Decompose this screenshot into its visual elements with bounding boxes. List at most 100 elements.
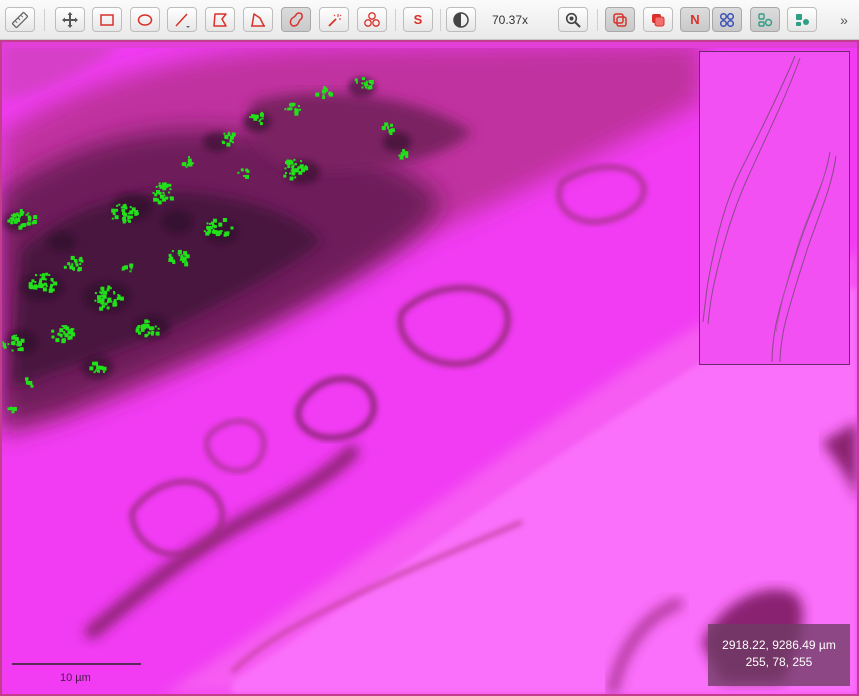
polyline-icon: [249, 11, 267, 29]
nucleus-pixel: [127, 219, 130, 222]
nucleus-pixel: [113, 301, 116, 304]
nucleus-pixel: [2, 344, 6, 348]
overlay-toggle-button[interactable]: [605, 7, 635, 32]
nucleus-pixel: [390, 128, 395, 133]
nucleus-pixel: [222, 218, 227, 222]
minimap-thumbnail: [702, 55, 837, 363]
nucleus-pixel: [45, 285, 48, 288]
nucleus-pixel: [251, 114, 256, 119]
nucleus-pixel: [245, 174, 250, 179]
nucleus-pixel: [48, 274, 51, 276]
nucleus-pixel: [299, 108, 302, 111]
line-button[interactable]: [167, 7, 197, 32]
nucleus-pixel: [99, 306, 104, 311]
nucleus-pixel: [165, 196, 169, 200]
nucleus-pixel: [400, 152, 405, 157]
nucleus-pixel: [361, 82, 364, 85]
nucleus-pixel: [294, 111, 299, 116]
minimap-navigator[interactable]: [699, 51, 850, 365]
nucleus-pixel: [89, 366, 94, 371]
nucleus-pixel: [103, 305, 105, 308]
rectangle-button[interactable]: [92, 7, 122, 32]
nucleus-pixel: [153, 197, 158, 202]
nucleus-pixel: [129, 206, 132, 209]
ellipse-button[interactable]: [130, 7, 160, 32]
nucleus-pixel: [158, 184, 161, 187]
nuclei-button[interactable]: [712, 7, 742, 32]
nucleus-pixel: [101, 294, 105, 298]
nucleus-pixel: [11, 340, 16, 345]
nucleus-pixel: [59, 328, 64, 333]
nucleus-pixel: [118, 203, 121, 206]
contrast-button[interactable]: [446, 7, 476, 32]
more-tools-button[interactable]: »: [834, 10, 854, 30]
nucleus-pixel: [21, 223, 26, 228]
nucleus-pixel: [363, 82, 368, 87]
nucleus-pixel: [290, 169, 293, 172]
polyline-button[interactable]: [243, 7, 273, 32]
nucleus-pixel: [322, 96, 326, 100]
nucleus-pixel: [387, 125, 390, 128]
nucleus-pixel: [226, 142, 231, 147]
image-viewer[interactable]: 10 µm 2918.22, 9286.49 µm 255, 78, 255: [0, 40, 859, 696]
nucleus-pixel: [111, 217, 114, 220]
nucleus-pixel: [80, 259, 84, 263]
nucleus-pixel: [68, 335, 73, 340]
nucleus-pixel: [222, 141, 226, 145]
clusters-button[interactable]: [787, 7, 817, 32]
nucleus-pixel: [230, 226, 234, 230]
double-chevron-right-icon: »: [840, 12, 848, 28]
toolbar-separator: [395, 9, 396, 31]
nucleus-pixel: [77, 268, 81, 272]
freehand-button[interactable]: [281, 7, 311, 32]
n-button[interactable]: N: [680, 7, 710, 32]
move-button[interactable]: [55, 7, 85, 32]
nucleus-pixel: [64, 333, 69, 338]
overlay-toggle-icon: [611, 11, 629, 29]
zoom-button[interactable]: [558, 7, 588, 32]
nucleus-pixel: [135, 210, 137, 213]
nucleus-pixel: [206, 225, 209, 228]
fill-overlay-button[interactable]: [643, 7, 673, 32]
nucleus-pixel: [7, 219, 11, 223]
nucleus-pixel: [124, 265, 128, 270]
nucleus-pixel: [19, 209, 23, 212]
nucleus-pixel: [11, 219, 14, 221]
polygon-button[interactable]: [205, 7, 235, 32]
nucleus-pixel: [158, 182, 161, 185]
nucleus-pixel: [300, 160, 302, 163]
nucleus-pixel: [150, 332, 154, 336]
nucleus-pixel: [35, 274, 37, 277]
nucleus-pixel: [171, 250, 174, 253]
nucleus-pixel: [15, 217, 20, 222]
nucleus-pixel: [97, 369, 100, 373]
nucleus-pixel: [30, 384, 34, 388]
scale-bar: 10 µm: [12, 661, 143, 687]
nucleus-pixel: [135, 212, 139, 216]
nucleus-pixel: [71, 263, 74, 266]
nucleus-pixel: [155, 331, 160, 336]
ruler-button[interactable]: [5, 7, 35, 32]
s-button[interactable]: S: [403, 7, 433, 32]
cells-button[interactable]: [357, 7, 387, 32]
nucleus-pixel: [321, 89, 326, 94]
nucleus-pixel: [42, 273, 45, 277]
nucleus-pixel: [16, 343, 19, 346]
magic-wand-button[interactable]: [319, 7, 349, 32]
s-icon: S: [413, 12, 423, 27]
nucleus-pixel: [111, 208, 116, 213]
nucleus-pixel: [110, 300, 113, 303]
nucleus-pixel: [187, 158, 192, 163]
rectangle-icon: [98, 11, 116, 29]
nucleus-pixel: [261, 117, 264, 120]
nucleus-pixel: [292, 164, 295, 167]
nucleus-pixel: [7, 343, 10, 346]
nucleus-pixel: [322, 94, 325, 96]
nucleus-pixel: [50, 283, 54, 287]
nucleus-pixel: [79, 256, 83, 260]
nucleus-pixel: [356, 81, 358, 84]
layers-button[interactable]: [750, 7, 780, 32]
nucleus-pixel: [124, 206, 128, 210]
nucleus-pixel: [284, 167, 287, 170]
nucleus-pixel: [162, 182, 167, 187]
